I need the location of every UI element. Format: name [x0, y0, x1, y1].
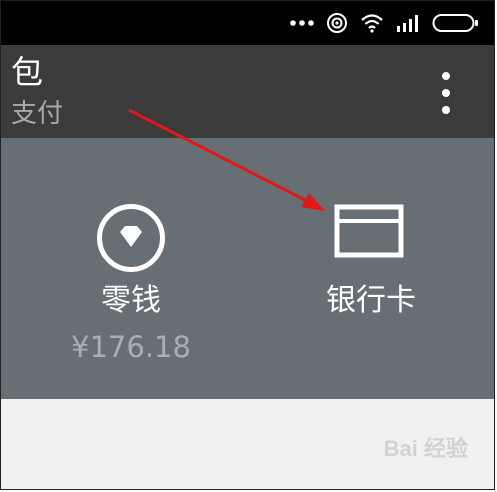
- screen: 包 支付 零钱 ¥176.18 银行卡 Bai 经验: [0, 0, 495, 490]
- wallet-panel: 零钱 ¥176.18 银行卡: [1, 138, 494, 399]
- diamond-icon: [97, 204, 165, 272]
- card-icon: [334, 204, 404, 258]
- watermark: Bai 经验: [383, 436, 468, 461]
- more-options-button[interactable]: [434, 72, 458, 116]
- page-subtitle: 支付: [11, 99, 64, 129]
- hotspot-icon: [327, 13, 347, 33]
- more-dots-icon: [290, 20, 314, 26]
- bank-card-tile[interactable]: 银行卡: [301, 138, 441, 399]
- battery-icon: [432, 14, 478, 32]
- wifi-icon: [361, 14, 383, 33]
- app-bar: 包 支付: [1, 45, 494, 138]
- signal-icon: [397, 15, 418, 32]
- status-bar: [1, 1, 494, 45]
- bank-card-label: 银行卡: [326, 283, 416, 318]
- change-label: 零钱: [101, 283, 161, 318]
- change-amount: ¥176.18: [71, 330, 191, 364]
- page-title: 包: [11, 53, 44, 91]
- change-balance-tile[interactable]: 零钱 ¥176.18: [66, 138, 196, 399]
